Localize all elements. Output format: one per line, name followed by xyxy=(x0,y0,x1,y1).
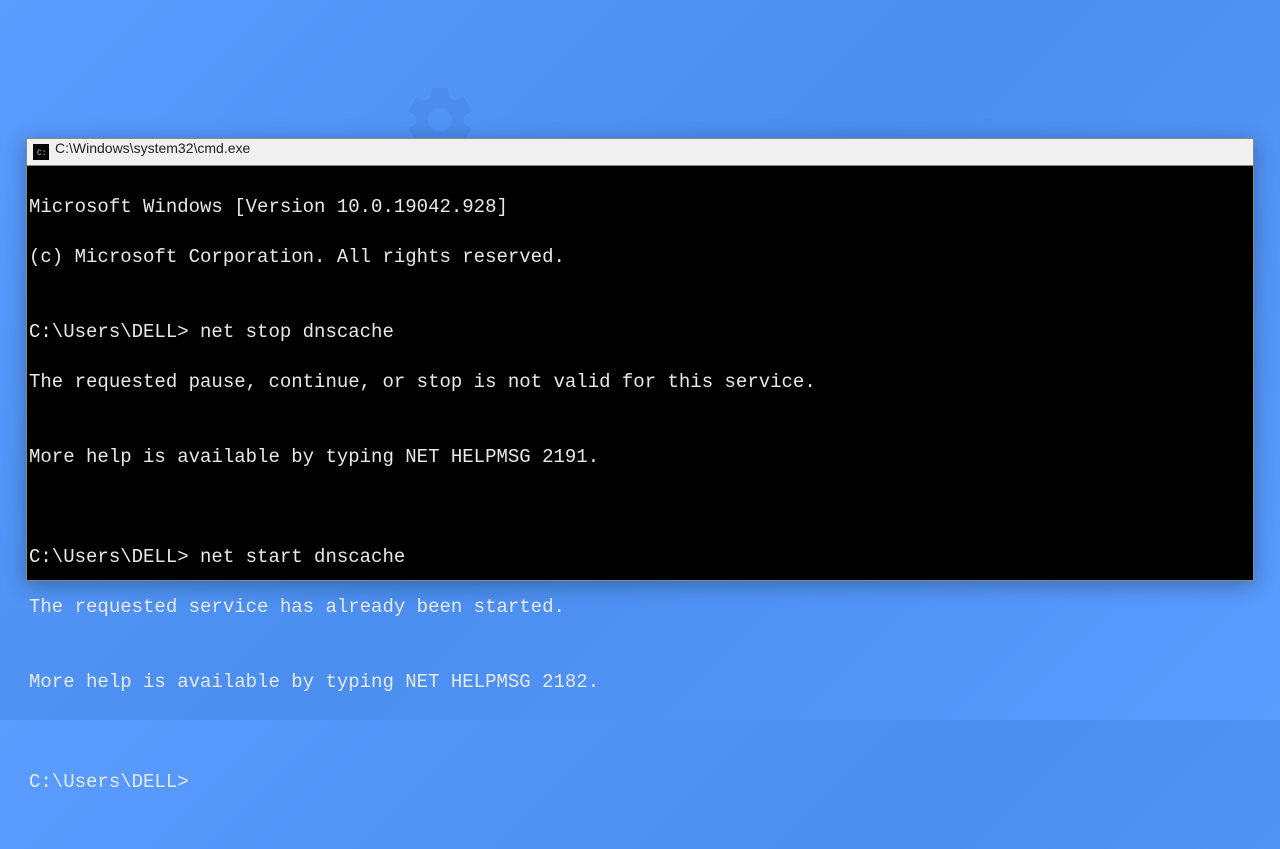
terminal-line: More help is available by typing NET HEL… xyxy=(29,670,1251,695)
terminal-line: The requested pause, continue, or stop i… xyxy=(29,370,1251,395)
window-title: C:\Windows\system32\cmd.exe xyxy=(55,140,250,156)
terminal-line: The requested service has already been s… xyxy=(29,595,1251,620)
terminal-output[interactable]: Microsoft Windows [Version 10.0.19042.92… xyxy=(27,166,1253,849)
cmd-window[interactable]: C:\ C:\Windows\system32\cmd.exe Microsof… xyxy=(26,138,1254,581)
terminal-line: C:\Users\DELL> net start dnscache xyxy=(29,545,1251,570)
terminal-line: C:\Users\DELL> net stop dnscache xyxy=(29,320,1251,345)
svg-text:C:\: C:\ xyxy=(37,149,47,158)
terminal-line: Microsoft Windows [Version 10.0.19042.92… xyxy=(29,195,1251,220)
terminal-line: (c) Microsoft Corporation. All rights re… xyxy=(29,245,1251,270)
titlebar[interactable]: C:\ C:\Windows\system32\cmd.exe xyxy=(27,139,1253,166)
terminal-line: C:\Users\DELL> xyxy=(29,770,1251,795)
cmd-icon: C:\ xyxy=(33,144,49,160)
terminal-line: More help is available by typing NET HEL… xyxy=(29,445,1251,470)
